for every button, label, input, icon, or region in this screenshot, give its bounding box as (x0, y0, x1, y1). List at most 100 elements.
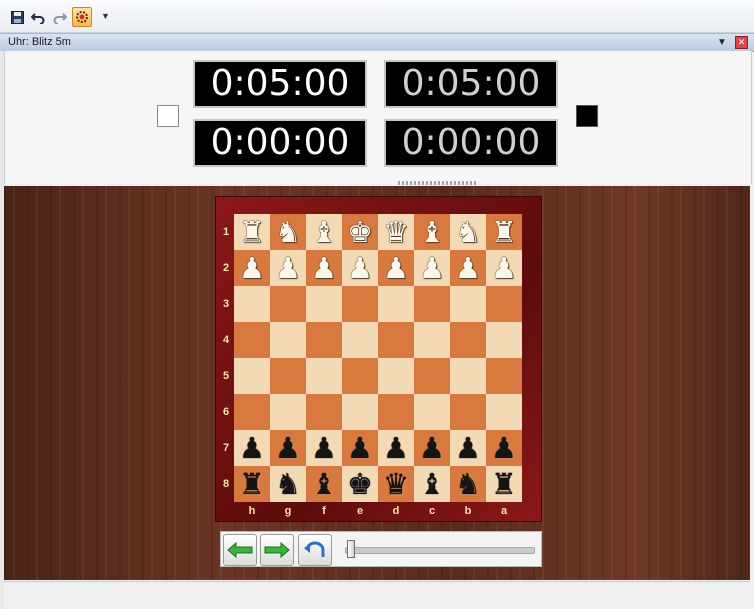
white-bishop-icon[interactable]: ♝ (311, 217, 337, 247)
square-c7[interactable]: ♟ (414, 430, 450, 466)
square-g2[interactable]: ♟ (270, 250, 306, 286)
square-e3[interactable] (342, 286, 378, 322)
move-slider-thumb[interactable] (347, 540, 355, 558)
square-d6[interactable] (378, 394, 414, 430)
square-c6[interactable] (414, 394, 450, 430)
black-pawn-icon[interactable]: ♟ (419, 433, 445, 463)
square-c4[interactable] (414, 322, 450, 358)
square-e7[interactable]: ♟ (342, 430, 378, 466)
engine-icon[interactable] (72, 7, 92, 27)
white-knight-icon[interactable]: ♞ (455, 217, 481, 247)
square-h1[interactable]: ♜ (234, 214, 270, 250)
black-knight-icon[interactable]: ♞ (455, 469, 481, 499)
square-c8[interactable]: ♝ (414, 466, 450, 502)
square-f6[interactable] (306, 394, 342, 430)
square-h3[interactable] (234, 286, 270, 322)
white-rook-icon[interactable]: ♜ (491, 217, 517, 247)
white-knight-icon[interactable]: ♞ (275, 217, 301, 247)
square-e5[interactable] (342, 358, 378, 394)
square-h6[interactable] (234, 394, 270, 430)
square-d7[interactable]: ♟ (378, 430, 414, 466)
square-d8[interactable]: ♛ (378, 466, 414, 502)
takeback-button[interactable] (298, 534, 332, 566)
white-pawn-icon[interactable]: ♟ (419, 253, 445, 283)
square-f4[interactable] (306, 322, 342, 358)
chess-board[interactable]: ♜ ♞ ♝ ♚ ♛ ♝ ♞ ♜ ♟ ♟ ♟ ♟ ♟ ♟ ♟ ♟ ♟ ♟ ♟ ♟ ♟ ♟ ♟ ♟ ♜ ♞ ♝ ♚ ♛ ♝ ♞ ♜ (234, 214, 522, 502)
move-slider-track[interactable] (345, 547, 535, 554)
square-b8[interactable]: ♞ (450, 466, 486, 502)
chevron-down-icon[interactable]: ▼ (101, 11, 110, 21)
square-g6[interactable] (270, 394, 306, 430)
square-b6[interactable] (450, 394, 486, 430)
white-queen-icon[interactable]: ♛ (383, 217, 409, 247)
square-e1[interactable]: ♚ (342, 214, 378, 250)
square-f7[interactable]: ♟ (306, 430, 342, 466)
white-pawn-icon[interactable]: ♟ (239, 253, 265, 283)
square-a6[interactable] (486, 394, 522, 430)
white-king-icon[interactable]: ♚ (347, 217, 373, 247)
black-rook-icon[interactable]: ♜ (491, 469, 517, 499)
black-bishop-icon[interactable]: ♝ (419, 469, 445, 499)
black-pawn-icon[interactable]: ♟ (347, 433, 373, 463)
square-d1[interactable]: ♛ (378, 214, 414, 250)
black-king-icon[interactable]: ♚ (347, 469, 373, 499)
square-h7[interactable]: ♟ (234, 430, 270, 466)
square-e6[interactable] (342, 394, 378, 430)
black-rook-icon[interactable]: ♜ (239, 469, 265, 499)
white-bishop-icon[interactable]: ♝ (419, 217, 445, 247)
white-pawn-icon[interactable]: ♟ (347, 253, 373, 283)
back-button[interactable] (223, 534, 257, 566)
square-d2[interactable]: ♟ (378, 250, 414, 286)
square-f5[interactable] (306, 358, 342, 394)
black-bishop-icon[interactable]: ♝ (311, 469, 337, 499)
splitter-grip[interactable] (398, 181, 478, 185)
white-pawn-icon[interactable]: ♟ (311, 253, 337, 283)
square-f2[interactable]: ♟ (306, 250, 342, 286)
white-pawn-icon[interactable]: ♟ (491, 253, 517, 283)
white-pawn-icon[interactable]: ♟ (455, 253, 481, 283)
square-e4[interactable] (342, 322, 378, 358)
square-e2[interactable]: ♟ (342, 250, 378, 286)
square-d3[interactable] (378, 286, 414, 322)
square-g8[interactable]: ♞ (270, 466, 306, 502)
square-h5[interactable] (234, 358, 270, 394)
white-pawn-icon[interactable]: ♟ (383, 253, 409, 283)
square-h8[interactable]: ♜ (234, 466, 270, 502)
square-a4[interactable] (486, 322, 522, 358)
square-c5[interactable] (414, 358, 450, 394)
square-b4[interactable] (450, 322, 486, 358)
square-b1[interactable]: ♞ (450, 214, 486, 250)
square-h2[interactable]: ♟ (234, 250, 270, 286)
square-b7[interactable]: ♟ (450, 430, 486, 466)
black-queen-icon[interactable]: ♛ (383, 469, 409, 499)
square-g5[interactable] (270, 358, 306, 394)
square-f8[interactable]: ♝ (306, 466, 342, 502)
square-a8[interactable]: ♜ (486, 466, 522, 502)
square-g7[interactable]: ♟ (270, 430, 306, 466)
square-h4[interactable] (234, 322, 270, 358)
white-pawn-icon[interactable]: ♟ (275, 253, 301, 283)
black-pawn-icon[interactable]: ♟ (239, 433, 265, 463)
square-f3[interactable] (306, 286, 342, 322)
black-pawn-icon[interactable]: ♟ (455, 433, 481, 463)
square-d5[interactable] (378, 358, 414, 394)
black-pawn-icon[interactable]: ♟ (383, 433, 409, 463)
white-rook-icon[interactable]: ♜ (239, 217, 265, 247)
square-c3[interactable] (414, 286, 450, 322)
square-b3[interactable] (450, 286, 486, 322)
square-d4[interactable] (378, 322, 414, 358)
square-a5[interactable] (486, 358, 522, 394)
square-e8[interactable]: ♚ (342, 466, 378, 502)
black-knight-icon[interactable]: ♞ (275, 469, 301, 499)
square-b5[interactable] (450, 358, 486, 394)
black-pawn-icon[interactable]: ♟ (275, 433, 301, 463)
square-g1[interactable]: ♞ (270, 214, 306, 250)
square-a7[interactable]: ♟ (486, 430, 522, 466)
forward-button[interactable] (260, 534, 294, 566)
redo-icon[interactable] (51, 8, 69, 26)
save-icon[interactable] (8, 8, 26, 26)
close-icon[interactable]: ✕ (735, 36, 748, 49)
undo-icon[interactable] (29, 8, 47, 26)
square-g4[interactable] (270, 322, 306, 358)
square-g3[interactable] (270, 286, 306, 322)
